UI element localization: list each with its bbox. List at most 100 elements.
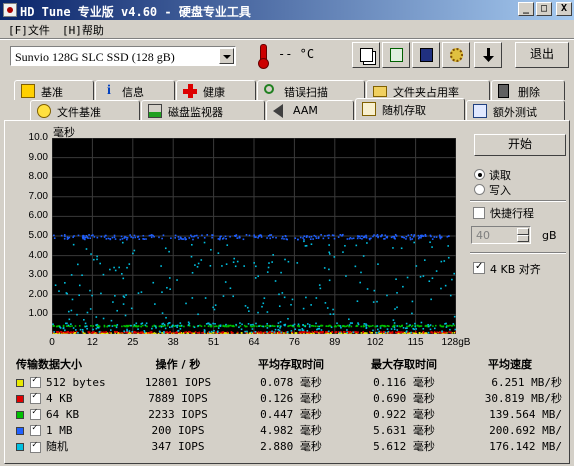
data-point: [283, 324, 286, 326]
data-point: [422, 235, 425, 237]
short-stroke-checkbox[interactable]: [473, 207, 485, 219]
data-point: [232, 324, 235, 327]
data-point: [102, 317, 105, 320]
tab-random-access[interactable]: 随机存取: [355, 98, 465, 120]
read-label: 读取: [489, 169, 511, 182]
data-point: [78, 294, 80, 297]
data-point: [151, 327, 153, 330]
data-point: [277, 329, 280, 331]
data-point: [419, 275, 422, 278]
data-point: [365, 324, 368, 327]
minimize-button[interactable]: _: [518, 2, 534, 16]
maximize-button[interactable]: □: [536, 2, 552, 16]
tab-folder-usage[interactable]: 文件夹占用率: [366, 80, 490, 100]
tab-aam[interactable]: AAM: [266, 100, 354, 120]
data-point: [71, 325, 73, 327]
read-radio[interactable]: [474, 169, 485, 180]
data-point: [191, 235, 193, 238]
data-point: [450, 331, 452, 334]
start-button[interactable]: 开始: [474, 134, 566, 156]
data-point: [413, 328, 415, 331]
data-point: [207, 325, 210, 328]
data-point: [212, 332, 215, 334]
data-point: [84, 238, 86, 241]
data-point: [377, 263, 379, 265]
data-point: [63, 234, 66, 236]
max-access-cell-unit: 毫秒: [406, 424, 435, 437]
data-point: [255, 236, 257, 239]
data-point: [173, 325, 176, 327]
data-point: [291, 331, 294, 334]
data-point: [315, 297, 318, 299]
spinner-down-icon[interactable]: [517, 235, 529, 242]
copy-text-button[interactable]: [352, 42, 380, 68]
data-point: [267, 235, 270, 237]
chevron-down-icon[interactable]: [219, 48, 234, 64]
short-stroke-label: 快捷行程: [490, 207, 534, 220]
data-point: [258, 235, 260, 238]
series-checkbox[interactable]: [30, 407, 41, 420]
options-button[interactable]: [442, 42, 470, 68]
data-point: [160, 265, 162, 267]
data-point: [108, 325, 110, 327]
short-stroke-spinner[interactable]: 40: [471, 226, 531, 244]
data-point: [128, 263, 131, 265]
avg-speed-cell-unit: MB/秒: [524, 392, 562, 405]
tab-health[interactable]: 健康: [176, 80, 256, 100]
results-row: 512 bytes12801 IOPS0.078 毫秒0.116 毫秒6.251…: [16, 374, 562, 390]
data-point: [146, 325, 148, 328]
series-checkbox[interactable]: [30, 423, 41, 436]
data-point: [293, 323, 296, 326]
tab-benchmark[interactable]: 基准: [14, 80, 94, 100]
data-point: [323, 267, 326, 269]
data-point: [234, 265, 237, 268]
data-point: [438, 331, 441, 334]
ops-cell-unit: IOPS: [174, 391, 208, 405]
data-point: [310, 325, 313, 327]
copy-screenshot-button[interactable]: [382, 42, 410, 68]
data-point: [91, 294, 93, 297]
drive-select[interactable]: Sunvio 128G SLC SSD (128 gB): [10, 46, 236, 66]
data-point: [321, 332, 324, 334]
data-point: [410, 234, 413, 236]
data-point: [302, 329, 305, 332]
tab-info[interactable]: i 信息: [95, 80, 175, 100]
series-checkbox[interactable]: [30, 440, 41, 453]
data-point: [253, 331, 255, 334]
folder-icon: [373, 86, 387, 97]
close-button[interactable]: X: [556, 2, 572, 16]
data-point: [369, 331, 371, 333]
data-point: [339, 331, 341, 334]
data-point: [317, 237, 320, 239]
data-point: [121, 241, 124, 244]
align-4kb-checkbox[interactable]: [473, 261, 485, 274]
menu-file[interactable]: [F]文件: [8, 22, 50, 38]
menu-help[interactable]: [H]帮助: [62, 22, 104, 38]
tab-extra-tests[interactable]: 额外测试: [466, 100, 565, 120]
download-button[interactable]: [474, 42, 502, 68]
write-radio[interactable]: [474, 184, 485, 195]
data-point: [392, 319, 395, 321]
spinner-up-icon[interactable]: [517, 228, 529, 235]
data-point: [211, 236, 213, 239]
data-point: [155, 327, 157, 329]
series-checkbox[interactable]: [30, 375, 41, 388]
data-point: [414, 325, 417, 328]
data-point: [176, 326, 178, 329]
data-point: [166, 324, 169, 327]
data-point: [281, 235, 284, 238]
data-point: [236, 260, 239, 263]
short-stroke-value: 40: [476, 229, 490, 242]
data-point: [76, 313, 78, 316]
tab-disk-monitor[interactable]: 磁盘监视器: [141, 100, 265, 120]
series-checkbox[interactable]: [30, 391, 41, 404]
data-point: [188, 237, 191, 239]
data-point: [252, 323, 254, 326]
tab-error-scan[interactable]: 错误扫描: [257, 80, 365, 100]
exit-button[interactable]: 退出: [515, 42, 569, 68]
data-point: [109, 238, 111, 240]
tab-erase[interactable]: 删除: [491, 80, 565, 100]
tab-file-benchmark[interactable]: 文件基准: [30, 100, 140, 120]
save-button[interactable]: [412, 42, 440, 68]
data-point: [275, 236, 277, 239]
